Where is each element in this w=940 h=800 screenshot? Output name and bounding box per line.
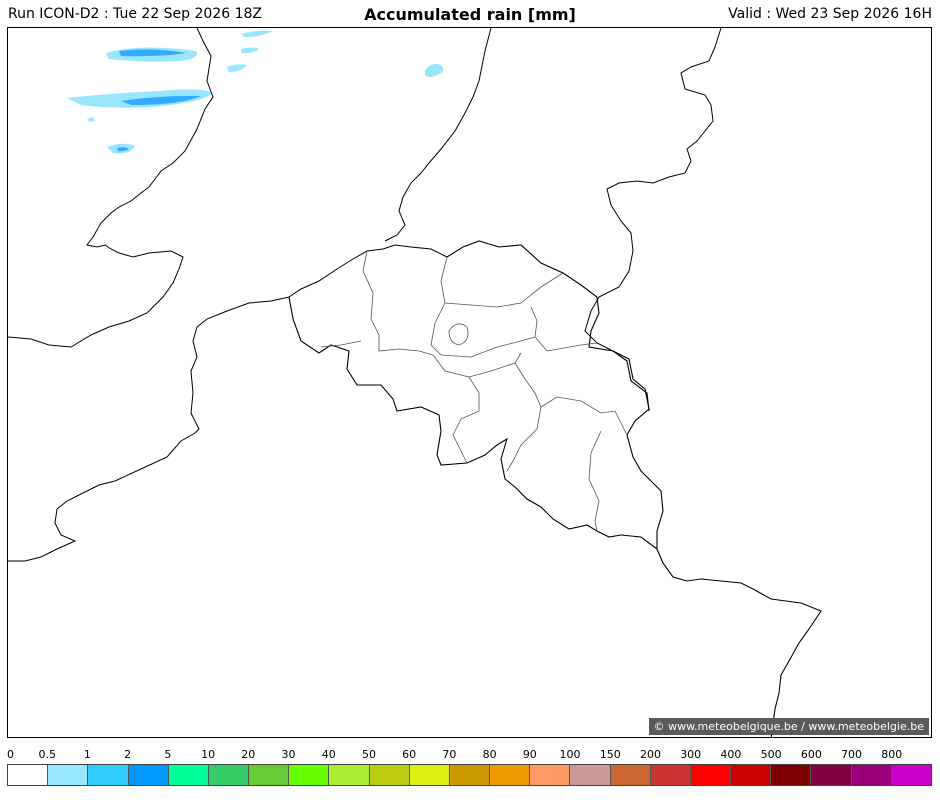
legend-swatch bbox=[369, 765, 410, 785]
credit-watermark: © www.meteobelgique.be / www.meteobelgie… bbox=[648, 718, 929, 735]
map-canvas bbox=[8, 28, 822, 737]
coastlines bbox=[8, 28, 722, 562]
legend-tick-label: 0.5 bbox=[38, 748, 56, 761]
legend-tick-label: 50 bbox=[361, 748, 376, 761]
legend-tick-label: 2 bbox=[124, 748, 132, 761]
legend-swatch bbox=[851, 765, 892, 785]
legend-tick-label: 20 bbox=[241, 748, 256, 761]
legend-tick-label: 10 bbox=[201, 748, 216, 761]
legend-swatch bbox=[690, 765, 732, 785]
legend-swatch bbox=[249, 765, 290, 785]
legend-tick-label: 80 bbox=[482, 748, 497, 761]
valid-time-label: Valid : Wed 23 Sep 2026 16H bbox=[728, 6, 932, 22]
legend-swatch bbox=[168, 765, 209, 785]
color-legend: 0 0.5 1 2 5 10 20 30 40 50 60 70 80 90 100 150 200 300 400… bbox=[7, 748, 932, 788]
legend-swatch bbox=[731, 765, 772, 785]
legend-swatches bbox=[7, 764, 932, 786]
province-borders bbox=[320, 250, 628, 532]
legend-tick-label: 70 bbox=[442, 748, 457, 761]
legend-tick-label: 40 bbox=[321, 748, 336, 761]
legend-tick-label: 500 bbox=[760, 748, 782, 761]
legend-swatch bbox=[570, 765, 611, 785]
legend-tick-label: 150 bbox=[599, 748, 621, 761]
legend-swatch bbox=[48, 765, 89, 785]
legend-swatch bbox=[128, 765, 169, 785]
map-panel: © www.meteobelgique.be / www.meteobelgie… bbox=[7, 27, 932, 738]
legend-tick-label: 800 bbox=[881, 748, 903, 761]
legend-tick-label: 1 bbox=[83, 748, 91, 761]
legend-swatch bbox=[771, 765, 812, 785]
legend-swatch bbox=[891, 765, 931, 785]
legend-tick-label: 30 bbox=[281, 748, 296, 761]
legend-swatch bbox=[610, 765, 651, 785]
legend-swatch bbox=[811, 765, 852, 785]
legend-swatch bbox=[8, 765, 49, 785]
legend-tick-label: 0 bbox=[7, 748, 14, 761]
legend-tick-label: 200 bbox=[639, 748, 661, 761]
legend-tick-label: 5 bbox=[164, 748, 172, 761]
country-borders bbox=[288, 240, 822, 737]
legend-swatch bbox=[530, 765, 571, 785]
rain-patches bbox=[67, 30, 444, 154]
legend-swatch bbox=[449, 765, 491, 785]
legend-swatch bbox=[409, 765, 450, 785]
legend-tick-label: 700 bbox=[841, 748, 863, 761]
legend-tick-label: 600 bbox=[800, 748, 822, 761]
legend-swatch bbox=[208, 765, 250, 785]
legend-tick-label: 300 bbox=[680, 748, 702, 761]
legend-swatch bbox=[650, 765, 691, 785]
legend-tick-label: 100 bbox=[559, 748, 581, 761]
legend-swatch bbox=[289, 765, 330, 785]
legend-tick-label: 400 bbox=[720, 748, 742, 761]
legend-swatch bbox=[329, 765, 370, 785]
legend-tick-label: 60 bbox=[402, 748, 417, 761]
legend-swatch bbox=[88, 765, 129, 785]
legend-tick-label: 90 bbox=[522, 748, 537, 761]
legend-swatch bbox=[490, 765, 531, 785]
